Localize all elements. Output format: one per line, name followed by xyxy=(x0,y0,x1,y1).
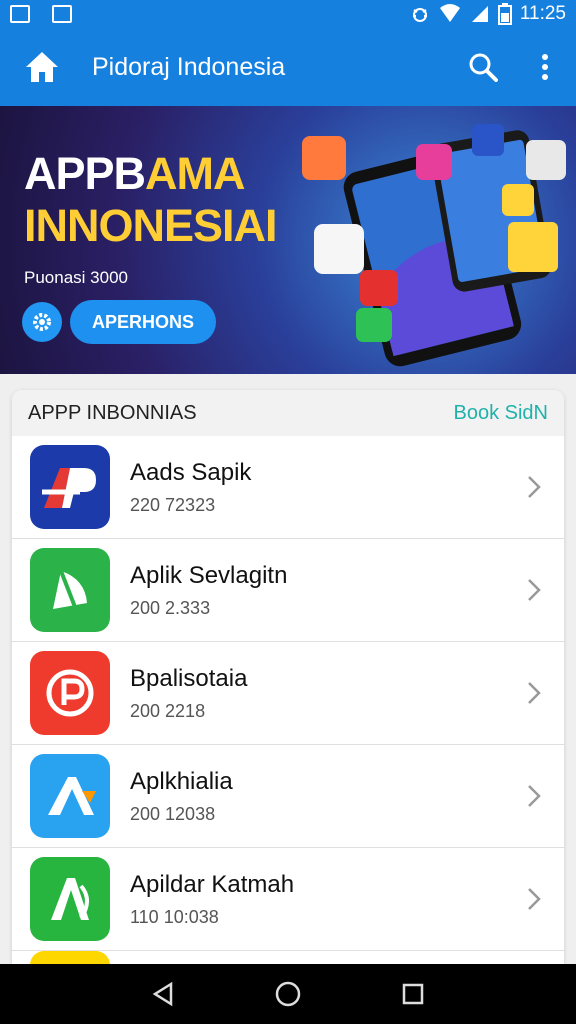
app-meta: 110 10:038 xyxy=(130,906,219,927)
float-app-icon xyxy=(314,224,364,274)
status-time: 11:25 xyxy=(519,3,566,24)
list-title: APPP INBONNIAS xyxy=(28,401,197,424)
banner-action-button[interactable]: APERHONS xyxy=(70,300,216,344)
banner-title: APPBAMA INNONESIAI xyxy=(24,148,278,251)
list-item[interactable]: Bpalisotaia 200 2218 xyxy=(12,642,564,745)
app-name: Apildar Katmah xyxy=(130,870,295,898)
app-title: Pidoraj Indonesia xyxy=(92,52,286,81)
float-app-icon xyxy=(508,222,558,272)
more-vert-icon xyxy=(542,54,548,80)
back-button[interactable] xyxy=(143,974,183,1014)
float-app-icon xyxy=(472,124,504,156)
battery-icon xyxy=(497,3,512,25)
app-logo-icon xyxy=(30,951,110,964)
float-app-icon xyxy=(416,144,452,180)
chevron-right-icon xyxy=(514,879,554,919)
float-app-icon xyxy=(302,136,346,180)
promo-banner[interactable]: APPBAMA INNONESIAI Puonasi 3000 APERHONS xyxy=(0,106,576,374)
app-name: Aplkhialia xyxy=(130,767,233,795)
app-meta: 200 12038 xyxy=(130,803,216,824)
a-green-logo-icon xyxy=(30,857,110,941)
list-item[interactable]: Apildar Katmah 110 10:038 xyxy=(12,848,564,951)
status-bar: 11:25 xyxy=(0,0,576,28)
recents-icon xyxy=(403,983,424,1005)
home-icon xyxy=(26,52,58,82)
list-item[interactable]: Aplkhialia 200 12038 xyxy=(12,745,564,848)
banner-settings-button[interactable] xyxy=(22,302,62,342)
list-action-link[interactable]: Book SidN xyxy=(454,402,549,425)
app-meta: 200 2218 xyxy=(130,700,206,721)
chevron-right-icon xyxy=(514,673,554,713)
home-circle-icon xyxy=(275,981,301,1007)
list-item[interactable]: Aads Sapik 220 72323 xyxy=(12,436,564,539)
app-name: Aplik Sevlagitn xyxy=(130,561,288,589)
image-notification-icon xyxy=(10,5,30,23)
chevron-right-icon xyxy=(514,467,554,507)
wifi-icon xyxy=(439,4,460,22)
leaf-logo-icon xyxy=(30,548,110,632)
list-item[interactable]: Aplik Sevlagitn 200 2.333 xyxy=(12,539,564,642)
more-options-button[interactable] xyxy=(514,28,576,106)
search-button[interactable] xyxy=(452,28,514,106)
float-app-icon xyxy=(502,184,534,216)
signal-icon xyxy=(471,6,488,22)
back-icon xyxy=(152,981,172,1007)
home-nav-button[interactable] xyxy=(268,974,308,1014)
list-header: APPP INBONNIAS Book SidN xyxy=(12,390,564,436)
app-name: Bpalisotaia xyxy=(130,664,248,692)
app-meta: 220 72323 xyxy=(130,494,216,515)
chevron-right-icon xyxy=(514,776,554,816)
app-name: Aads Sapik xyxy=(130,458,252,486)
p-logo-icon xyxy=(30,651,110,735)
float-app-icon xyxy=(356,308,392,342)
phone-illustration xyxy=(302,124,566,367)
a-logo-icon xyxy=(30,754,110,838)
float-app-icon xyxy=(360,270,398,306)
app-bar: Pidoraj Indonesia xyxy=(0,28,576,106)
list-item-partial[interactable] xyxy=(30,951,564,964)
home-button[interactable] xyxy=(0,28,84,106)
gallery-notification-icon xyxy=(52,5,72,23)
recents-button[interactable] xyxy=(393,974,433,1014)
gear-icon xyxy=(33,313,51,331)
chevron-right-icon xyxy=(514,570,554,610)
app-list-card: APPP INBONNIAS Book SidN Aads Sapik 220 … xyxy=(12,390,564,964)
app-meta: 200 2.333 xyxy=(130,597,211,618)
banner-subtitle: Puonasi 3000 xyxy=(24,268,128,287)
float-app-icon xyxy=(526,140,566,180)
search-icon xyxy=(469,53,498,82)
system-nav-bar xyxy=(0,964,576,1024)
bug-icon xyxy=(412,8,427,22)
ap-logo-icon xyxy=(30,445,110,529)
